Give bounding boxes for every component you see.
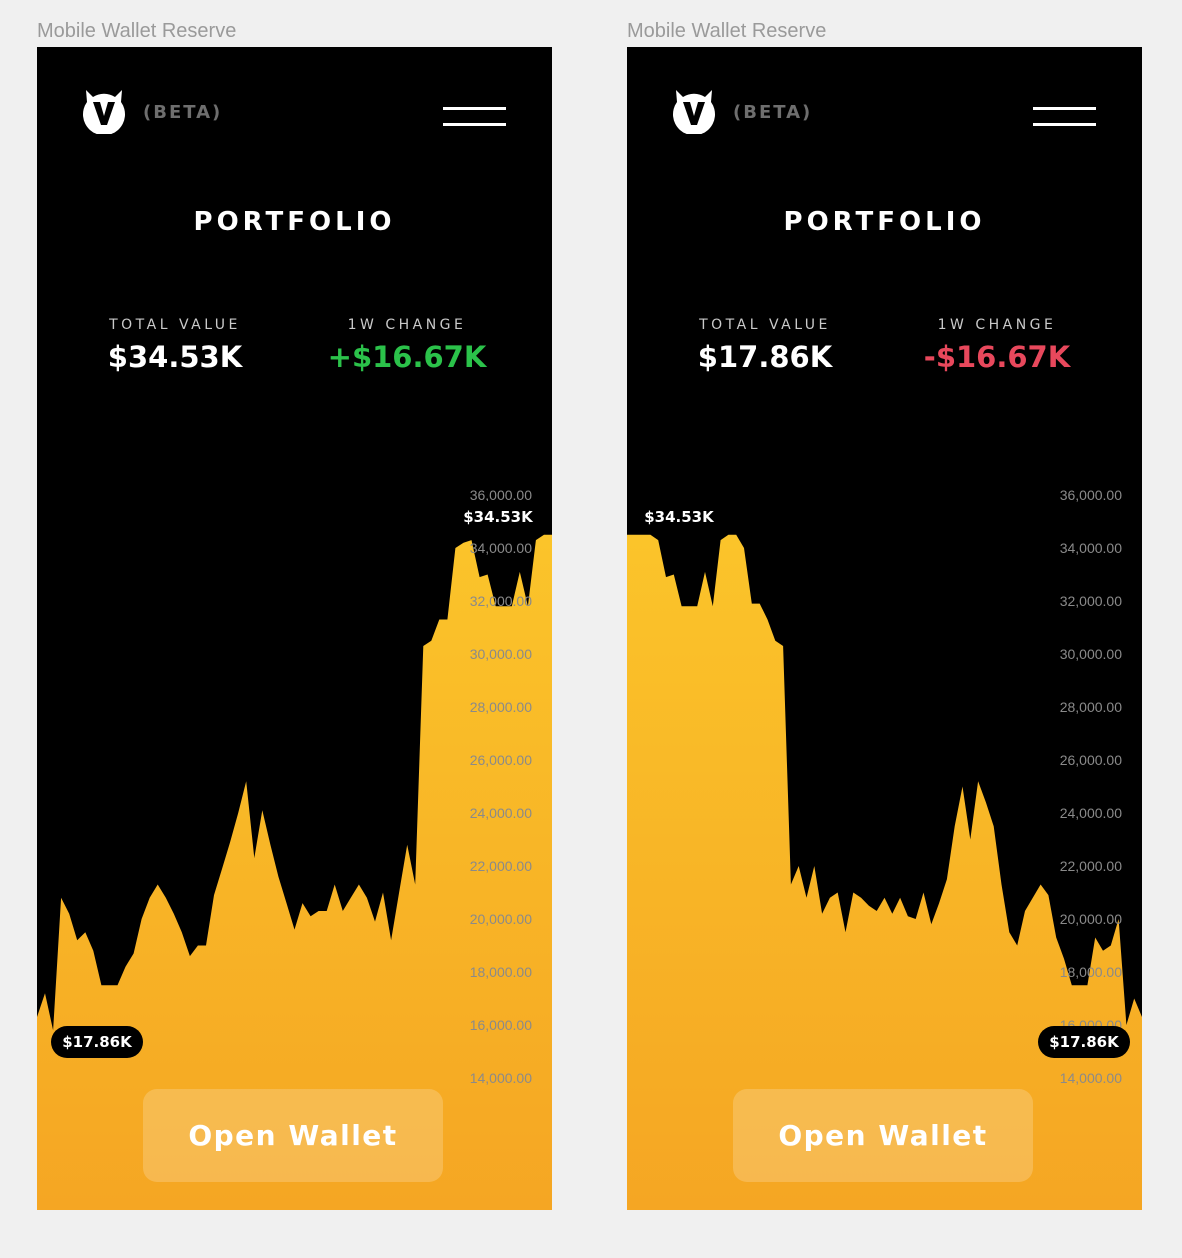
total-value-label: TOTAL VALUE [699,317,831,333]
y-tick-label: 20,000.00 [1060,911,1122,927]
y-tick-label: 28,000.00 [470,699,532,715]
y-tick-label: 34,000.00 [1060,540,1122,556]
y-tick-label: 18,000.00 [1060,964,1122,980]
phone-screen-loss: 36,000.00 34,000.00 32,000.00 30,000.00 28,0… [627,47,1142,1210]
fox-head-logo-icon [673,90,715,134]
open-wallet-button[interactable]: Open Wallet [733,1089,1033,1182]
y-tick-label: 20,000.00 [470,911,532,927]
svg-text:$34.53K: $34.53K [644,508,715,526]
y-tick-label: 34,000.00 [470,540,532,556]
fox-head-logo-icon [83,90,125,134]
y-tick-label: 22,000.00 [1060,858,1122,874]
end-value-marker: $34.53K [452,501,544,533]
y-tick-label: 36,000.00 [1060,487,1122,503]
change-label: 1W CHANGE [347,317,467,333]
beta-label: (BETA) [733,102,813,123]
svg-text:$17.86K: $17.86K [1049,1033,1120,1051]
y-tick-label: 24,000.00 [470,805,532,821]
y-tick-label: 24,000.00 [1060,805,1122,821]
change-value: +$16.67K [327,340,487,374]
y-tick-label: 26,000.00 [470,752,532,768]
y-tick-label: 18,000.00 [470,964,532,980]
y-tick-label: 32,000.00 [1060,593,1122,609]
y-tick-label: 22,000.00 [470,858,532,874]
svg-text:$34.53K: $34.53K [463,508,534,526]
end-value-marker: $17.86K [1038,1026,1130,1058]
page-title: PORTFOLIO [193,207,396,237]
hamburger-menu-icon[interactable] [443,107,506,129]
start-value-marker: $34.53K [633,501,725,533]
change-label: 1W CHANGE [937,317,1057,333]
frame-label: Mobile Wallet Reserve [37,20,237,42]
total-value-label: TOTAL VALUE [109,317,241,333]
phone-screen-gain: 36,000.00 34,000.00 32,000.00 30,000.00 28,0… [37,47,552,1210]
frame-label: Mobile Wallet Reserve [627,20,827,42]
y-tick-label: 16,000.00 [470,1017,532,1033]
hamburger-menu-icon[interactable] [1033,107,1096,129]
y-tick-label: 36,000.00 [470,487,532,503]
beta-label: (BETA) [143,102,223,123]
change-value: -$16.67K [923,340,1071,374]
y-tick-label: 28,000.00 [1060,699,1122,715]
y-tick-label: 14,000.00 [470,1070,532,1086]
start-value-marker: $17.86K [51,1026,143,1058]
total-value: $34.53K [107,340,243,374]
y-tick-label: 26,000.00 [1060,752,1122,768]
open-wallet-button[interactable]: Open Wallet [143,1089,443,1182]
svg-text:$17.86K: $17.86K [62,1033,133,1051]
y-tick-label: 14,000.00 [1060,1070,1122,1086]
page-title: PORTFOLIO [783,207,986,237]
y-tick-label: 30,000.00 [1060,646,1122,662]
total-value: $17.86K [697,340,833,374]
y-tick-label: 30,000.00 [470,646,532,662]
y-tick-label: 32,000.00 [470,593,532,609]
